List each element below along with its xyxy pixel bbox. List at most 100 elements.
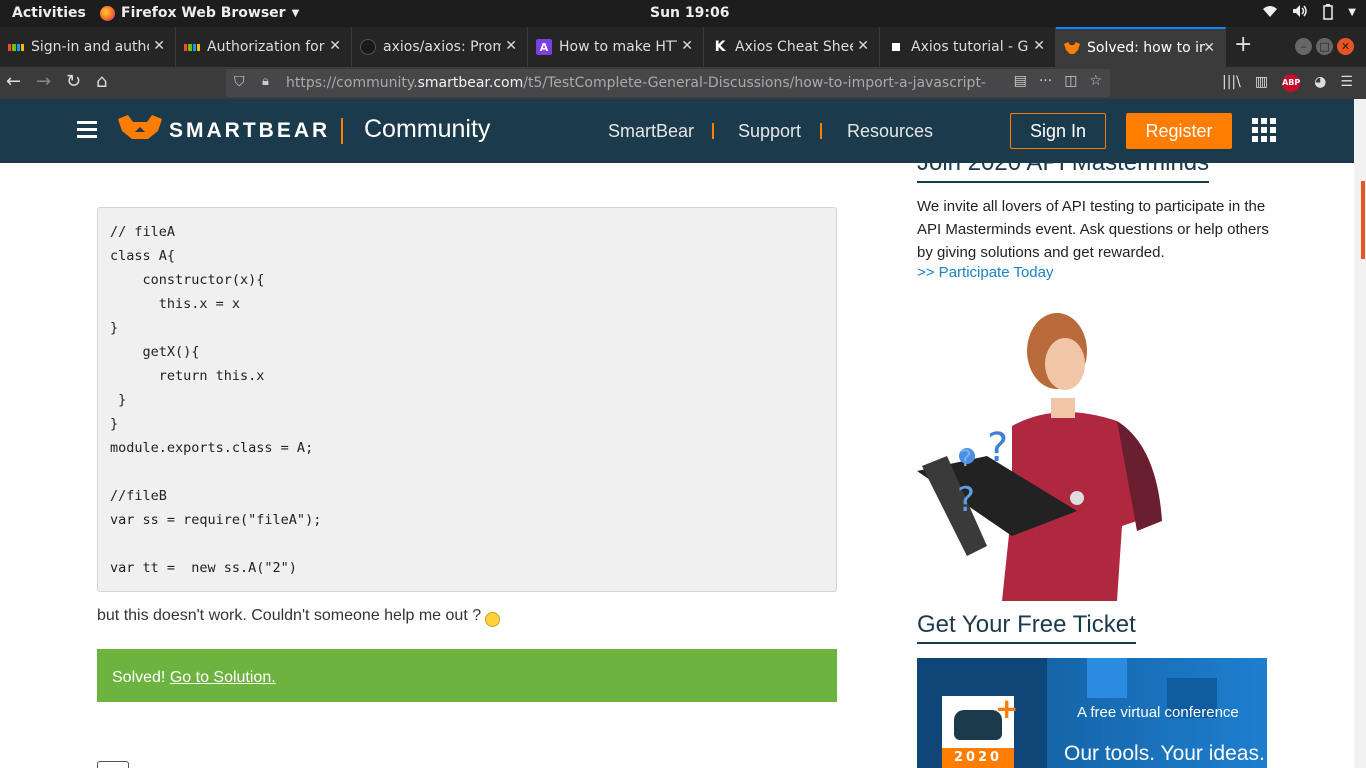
reload-icon[interactable]: ↻	[66, 71, 81, 92]
close-icon[interactable]: ✕	[153, 38, 165, 54]
tab-axios-tutorial[interactable]: Axios tutorial - GH ✕	[880, 27, 1056, 67]
banner-block	[1087, 658, 1127, 698]
tab-title: axios/axios: Prom	[383, 39, 501, 55]
participate-link[interactable]: >> Participate Today	[917, 264, 1053, 281]
brand-divider	[341, 118, 343, 144]
system-top-bar: Activities Firefox Web Browser ▼ Sun 19:…	[0, 0, 1366, 27]
tab-title: How to make HTT	[559, 39, 677, 55]
chevron-down-icon: ▼	[1348, 7, 1356, 18]
close-icon[interactable]: ✕	[329, 38, 341, 54]
tab-bar: Sign-in and autho ✕ Authorization for ✕ …	[0, 27, 1366, 67]
nav-resources[interactable]: Resources	[847, 121, 933, 142]
home-icon[interactable]: ⌂	[96, 71, 107, 92]
tab-solved-active[interactable]: Solved: how to im ✕	[1056, 27, 1226, 67]
page-content: // fileA class A{ constructor(x){ this.x…	[0, 163, 1354, 768]
battery-icon	[1322, 4, 1334, 24]
pocket-icon[interactable]: ◫	[1064, 73, 1077, 89]
sidebar-icon[interactable]: ▥	[1255, 74, 1268, 92]
banner-tagline: A free virtual conference	[1077, 704, 1239, 721]
url-bar[interactable]: ⛉ 🔒︎ https://community.smartbear.com/t5/…	[226, 69, 1110, 97]
lock-icon[interactable]: 🔒︎	[262, 74, 269, 89]
solved-label: Solved!	[112, 669, 166, 686]
woman-with-laptop-image: ? ? ?	[917, 313, 1162, 601]
conference-banner[interactable]: 2020 + A free virtual conference Our too…	[917, 658, 1267, 768]
nav-bar: ← → ↻ ⌂ ⛉ 🔒︎ https://community.smartbear…	[0, 67, 1366, 99]
brand-name[interactable]: SMARTBEAR	[169, 119, 330, 143]
close-icon[interactable]: ✕	[505, 38, 517, 54]
reader-view-icon[interactable]: ▤	[1014, 73, 1027, 89]
purple-a-icon: A	[536, 39, 552, 55]
window-controls: – □ ✕	[1295, 38, 1354, 55]
extension-icon[interactable]: ◕	[1314, 74, 1326, 92]
adblock-plus-icon[interactable]: ABP	[1282, 74, 1300, 92]
activities-button[interactable]: Activities	[12, 5, 86, 21]
firefox-icon	[100, 5, 115, 21]
nav-support[interactable]: Support	[738, 121, 801, 142]
app-menu[interactable]: Firefox Web Browser ▼	[100, 5, 299, 21]
go-to-solution-link[interactable]: Go to Solution.	[170, 669, 276, 686]
tab-how-to-make[interactable]: A How to make HTT ✕	[528, 27, 704, 67]
masterminds-heading: Join 2020 API Masterminds	[917, 163, 1210, 183]
banner-subtitle: Our tools. Your ideas.	[1064, 742, 1265, 765]
wifi-icon	[1262, 4, 1278, 24]
volume-icon	[1292, 4, 1308, 24]
close-icon[interactable]: ✕	[681, 38, 693, 54]
post-text: but this doesn't work. Couldn't someone …	[97, 607, 482, 624]
nav-divider	[712, 123, 714, 139]
tab-axios-cheat-sheet[interactable]: K Axios Cheat Shee ✕	[704, 27, 880, 67]
smiley-emoji-icon	[485, 611, 501, 627]
minimize-icon[interactable]: –	[1295, 38, 1312, 55]
k-icon: K	[714, 39, 726, 55]
browser-toolbar: |||\ ▥ ABP ◕ ☰	[1222, 74, 1353, 92]
white-square-icon	[888, 39, 904, 55]
tab-title: Axios Cheat Shee	[735, 39, 853, 55]
code-block: // fileA class A{ constructor(x){ this.x…	[97, 207, 837, 592]
clock[interactable]: Sun 19:06	[650, 5, 729, 21]
tab-title: Sign-in and autho	[31, 39, 149, 55]
svg-text:?: ?	[960, 447, 972, 472]
nav-smartbear[interactable]: SmartBear	[608, 121, 694, 142]
post-body: but this doesn't work. Couldn't someone …	[97, 607, 501, 627]
page-actions-icon[interactable]: ···	[1039, 73, 1052, 89]
masterminds-description: We invite all lovers of API testing to p…	[917, 198, 1269, 261]
close-icon[interactable]: ✕	[1203, 40, 1215, 56]
badge-year: 2020	[942, 748, 1014, 768]
apps-grid-icon[interactable]	[1252, 118, 1276, 142]
svg-text:?: ?	[957, 480, 975, 520]
window-close-icon[interactable]: ✕	[1337, 38, 1354, 55]
scrollbar-thumb[interactable]	[1361, 181, 1365, 259]
tab-title: Authorization for	[207, 39, 325, 55]
hamburger-menu-icon[interactable]	[77, 121, 97, 142]
forward-icon[interactable]: →	[36, 71, 51, 92]
register-button[interactable]: Register	[1126, 113, 1232, 149]
shield-icon[interactable]: ⛉	[234, 74, 245, 90]
sign-in-button[interactable]: Sign In	[1010, 113, 1106, 149]
kudos-button[interactable]	[97, 761, 129, 768]
close-icon[interactable]: ✕	[857, 38, 869, 54]
microsoft-icon	[184, 39, 200, 55]
url-text[interactable]: https://community.smartbear.com/t5/TestC…	[286, 75, 986, 91]
nav-divider	[820, 123, 822, 139]
tab-axios-github[interactable]: axios/axios: Prom ✕	[352, 27, 528, 67]
bookmark-star-icon[interactable]: ☆	[1089, 73, 1102, 89]
menu-icon[interactable]: ☰	[1340, 74, 1353, 92]
smartbear-icon	[1064, 40, 1080, 56]
tab-title: Solved: how to im	[1087, 40, 1205, 56]
solved-banner: Solved! Go to Solution.	[97, 649, 837, 702]
tab-authorization[interactable]: Authorization for ✕	[176, 27, 352, 67]
back-icon[interactable]: ←	[6, 71, 21, 92]
community-title[interactable]: Community	[364, 115, 490, 144]
svg-text:?: ?	[987, 425, 1008, 471]
new-tab-icon[interactable]: +	[1234, 32, 1252, 57]
plus-icon: +	[995, 692, 1019, 725]
close-icon[interactable]: ✕	[1033, 38, 1045, 54]
page-scrollbar[interactable]	[1354, 99, 1366, 768]
system-tray[interactable]: ▼	[1262, 4, 1356, 24]
maximize-icon[interactable]: □	[1316, 38, 1333, 55]
tab-sign-in[interactable]: Sign-in and autho ✕	[0, 27, 176, 67]
microsoft-icon	[8, 39, 24, 55]
github-icon	[360, 39, 376, 55]
smartbear-logo-icon[interactable]	[118, 115, 162, 139]
tab-title: Axios tutorial - GH	[911, 39, 1029, 55]
library-icon[interactable]: |||\	[1222, 74, 1241, 92]
